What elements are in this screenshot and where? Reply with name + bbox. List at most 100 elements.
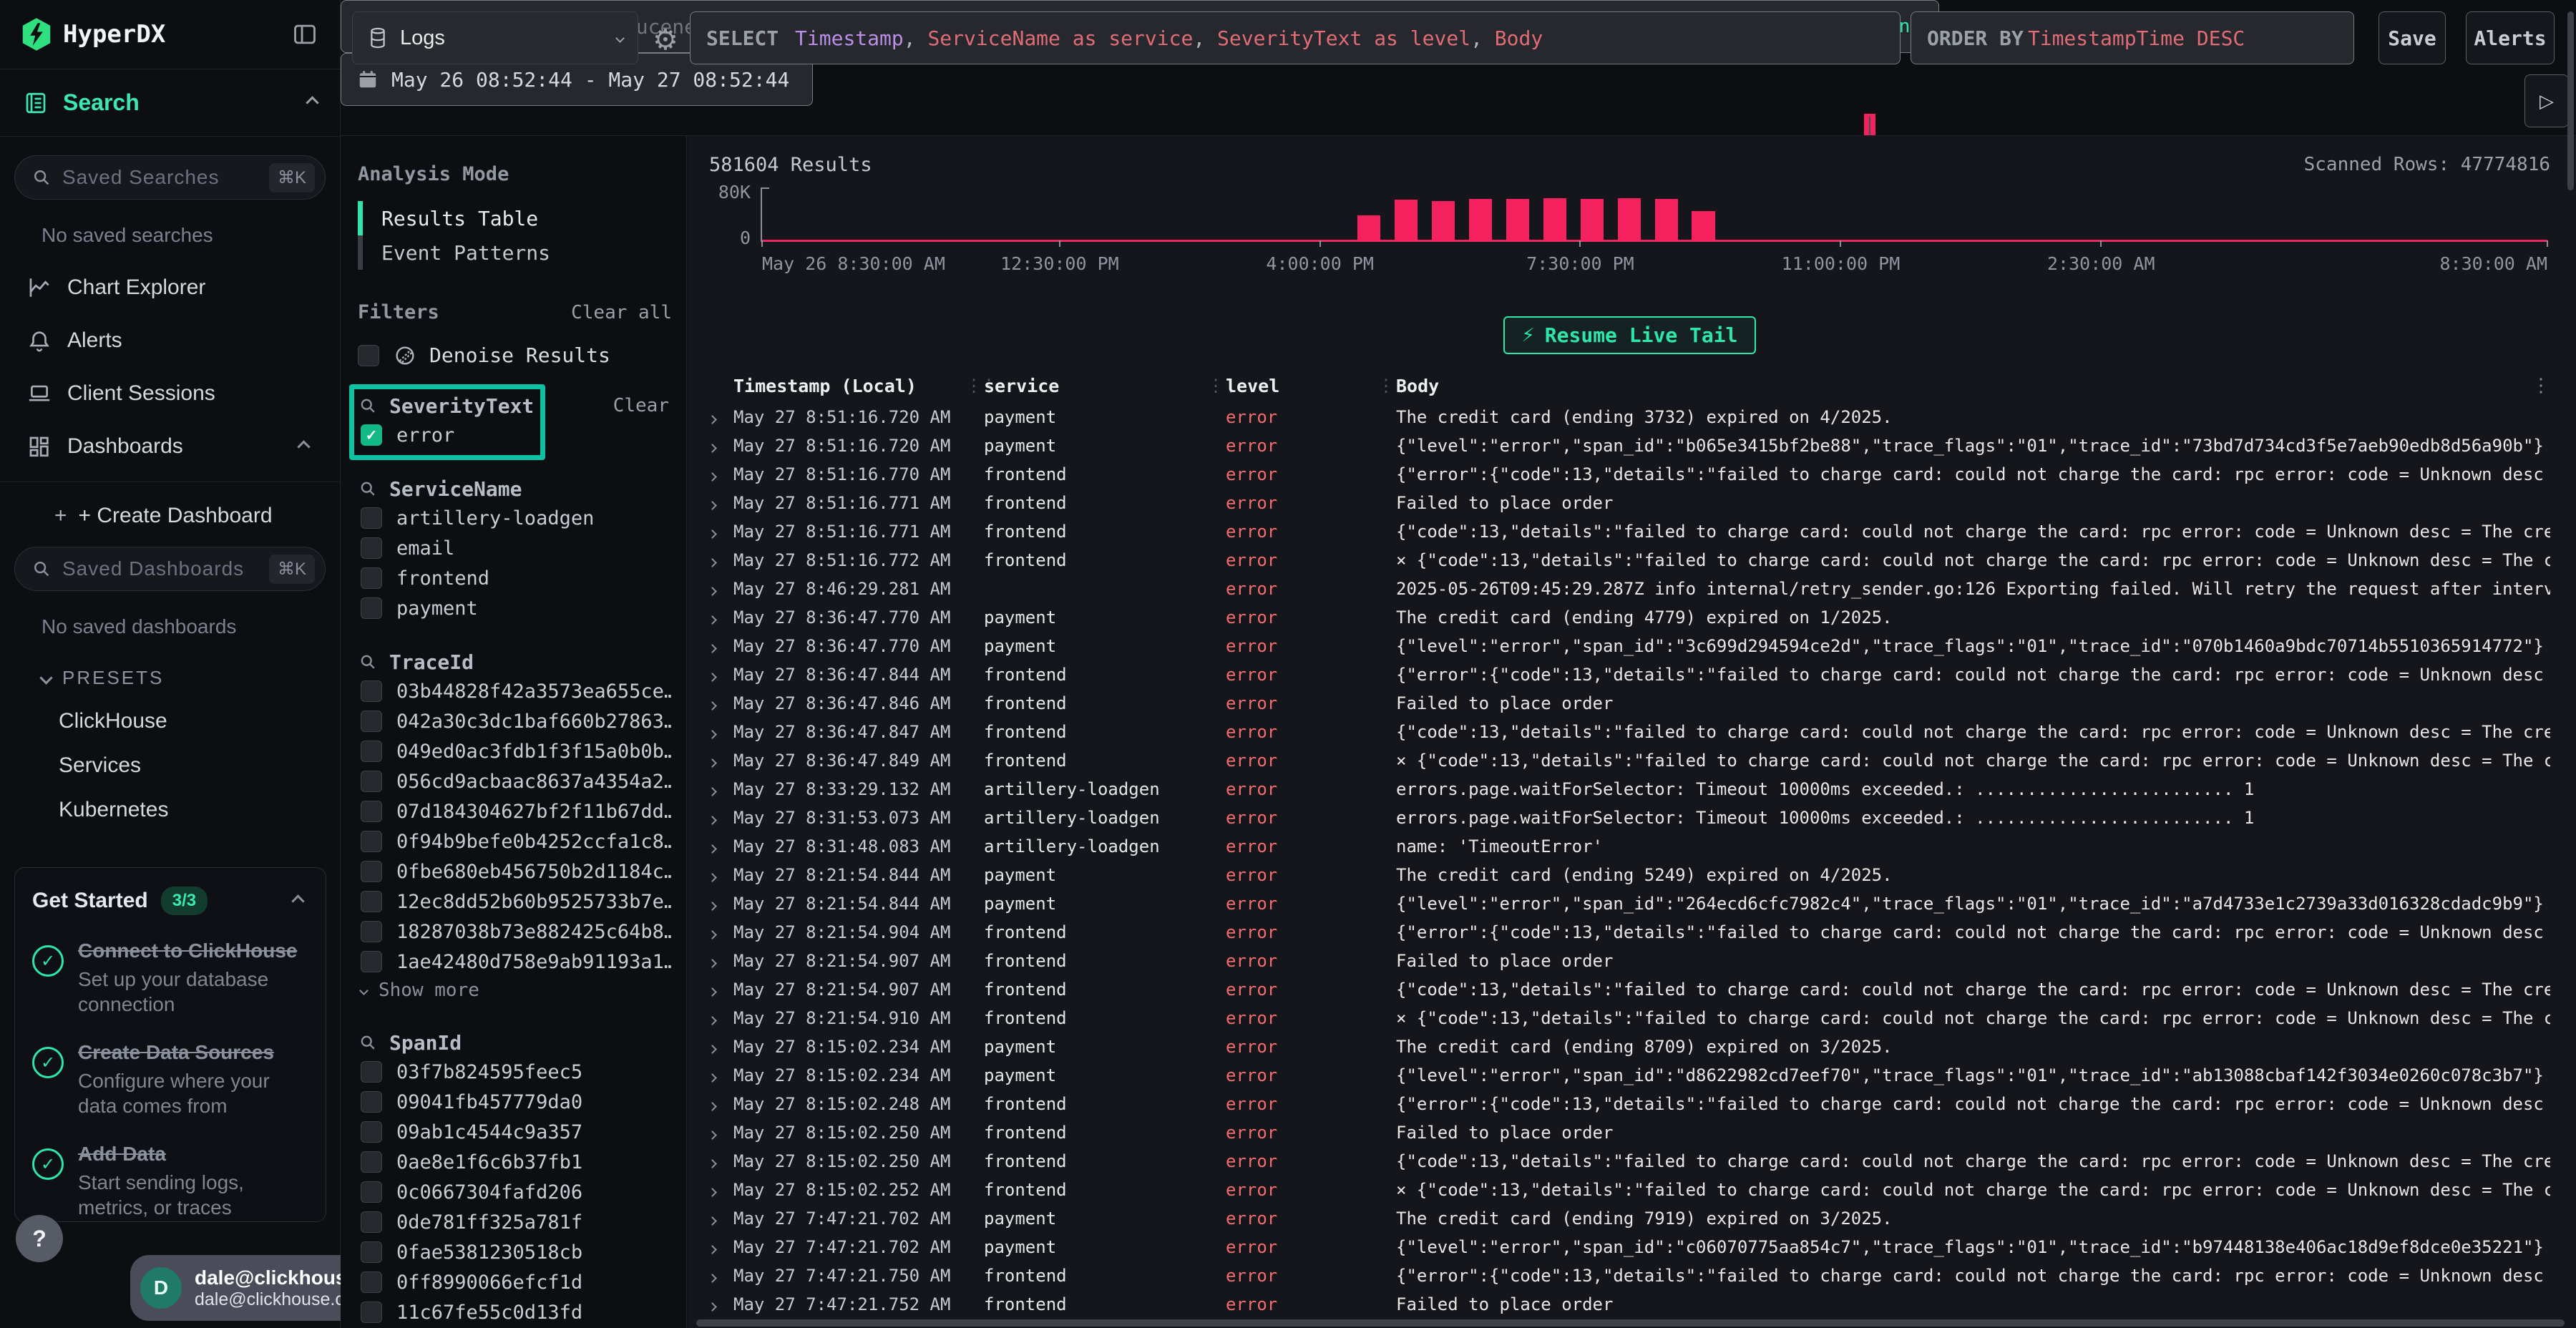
chevron-up-icon[interactable] [306, 96, 318, 109]
filter-checkbox[interactable] [361, 1091, 382, 1113]
log-row[interactable]: May 27 8:46:29.281 AMerror2025-05-26T09:… [709, 575, 2550, 603]
sidebar-item-search[interactable]: Search [0, 69, 340, 137]
expand-row-chevron-icon[interactable] [709, 579, 733, 599]
expand-row-chevron-icon[interactable] [709, 779, 733, 799]
filter-checkbox[interactable] [361, 1121, 382, 1143]
column-level[interactable]: level [1226, 376, 1377, 396]
histogram-bar[interactable] [1506, 199, 1529, 240]
filter-checkbox[interactable] [361, 741, 382, 762]
expand-row-chevron-icon[interactable] [709, 722, 733, 742]
histogram-bar[interactable] [1357, 215, 1380, 240]
expand-row-chevron-icon[interactable] [709, 1237, 733, 1257]
select-query-input[interactable]: SELECT Timestamp, ServiceName as service… [690, 11, 1901, 64]
filter-checkbox[interactable] [361, 861, 382, 882]
mode-event-patterns[interactable]: Event Patterns [358, 235, 672, 270]
log-row[interactable]: May 27 7:47:21.752 AMfrontenderrorFailed… [709, 1290, 2550, 1319]
filter-option[interactable]: 049ed0ac3fdb1f3f15a0b0b… [358, 736, 672, 766]
preset-item-kubernetes[interactable]: Kubernetes [59, 798, 340, 822]
filter-option[interactable]: 07d184304627bf2f11b67dd… [358, 796, 672, 826]
histogram-bar[interactable] [1469, 199, 1492, 240]
histogram-bar[interactable] [1692, 211, 1714, 240]
expand-row-chevron-icon[interactable] [709, 751, 733, 771]
expand-row-chevron-icon[interactable] [709, 1209, 733, 1229]
log-row[interactable]: May 27 8:15:02.250 AMfrontenderror{"code… [709, 1147, 2550, 1176]
filter-checkbox[interactable] [361, 801, 382, 822]
expand-row-chevron-icon[interactable] [709, 464, 733, 484]
log-row[interactable]: May 27 8:36:47.844 AMfrontenderror{"erro… [709, 660, 2550, 689]
log-row[interactable]: May 27 8:51:16.772 AMfrontenderror× {"co… [709, 546, 2550, 575]
filter-option[interactable]: 03f7b824595feec5 [358, 1057, 672, 1087]
denoise-checkbox[interactable] [358, 345, 379, 366]
log-row[interactable]: May 27 8:21:54.907 AMfrontenderrorFailed… [709, 947, 2550, 975]
log-row[interactable]: May 27 8:15:02.234 AMpaymenterror{"level… [709, 1061, 2550, 1090]
expand-row-chevron-icon[interactable] [709, 436, 733, 456]
filter-clear-button[interactable]: Clear [613, 395, 669, 416]
filter-option[interactable]: 11c67fe55c0d13fd [358, 1297, 672, 1327]
log-row[interactable]: May 27 8:21:54.904 AMfrontenderror{"erro… [709, 918, 2550, 947]
filter-option[interactable]: 12ec8dd52b60b9525733b7e… [358, 887, 672, 917]
log-row[interactable]: May 27 8:15:02.248 AMfrontenderror{"erro… [709, 1090, 2550, 1118]
filter-checkbox[interactable] [361, 1241, 382, 1263]
log-row[interactable]: May 27 8:33:29.132 AMartillery-loadgener… [709, 775, 2550, 804]
expand-row-chevron-icon[interactable] [709, 865, 733, 885]
histogram-bar[interactable] [1581, 199, 1604, 240]
save-button[interactable]: Save [2379, 11, 2446, 64]
column-service[interactable]: service [984, 376, 1207, 396]
mode-results-table[interactable]: Results Table [358, 201, 672, 235]
filter-option[interactable]: 0fbe680eb456750b2d1184c… [358, 856, 672, 887]
filter-option[interactable]: email [358, 533, 672, 563]
expand-row-chevron-icon[interactable] [709, 550, 733, 570]
filter-checkbox[interactable] [361, 831, 382, 852]
expand-row-chevron-icon[interactable] [709, 1180, 733, 1200]
column-resize-handle[interactable]: ⋮⋮ [1377, 376, 1396, 396]
column-timestamp[interactable]: Timestamp (Local) [733, 376, 965, 396]
filter-option[interactable]: 0de781ff325a781f [358, 1207, 672, 1237]
filter-checkbox[interactable] [361, 771, 382, 792]
filter-checkbox[interactable] [361, 1271, 382, 1293]
filter-checkbox[interactable] [361, 1181, 382, 1203]
expand-row-chevron-icon[interactable] [709, 407, 733, 427]
expand-row-chevron-icon[interactable] [709, 836, 733, 856]
filter-option[interactable]: 0ff8990066efcf1d [358, 1267, 672, 1297]
log-row[interactable]: May 27 8:31:48.083 AMartillery-loadgener… [709, 832, 2550, 861]
get-started-step[interactable]: ✓ Add DataStart sending logs, metrics, o… [32, 1143, 308, 1220]
log-row[interactable]: May 27 8:51:16.720 AMpaymenterror{"level… [709, 431, 2550, 460]
create-dashboard-button[interactable]: ++ Create Dashboard [54, 504, 340, 528]
log-row[interactable]: May 27 8:36:47.770 AMpaymenterror{"level… [709, 632, 2550, 660]
filter-checkbox[interactable] [361, 891, 382, 912]
log-row[interactable]: May 27 8:51:16.720 AMpaymenterrorThe cre… [709, 403, 2550, 431]
expand-row-chevron-icon[interactable] [709, 493, 733, 513]
log-row[interactable]: May 27 8:21:54.844 AMpaymenterrorThe cre… [709, 861, 2550, 889]
sidebar-item-dashboards[interactable]: Dashboards [27, 434, 340, 459]
column-resize-handle[interactable]: ⋮⋮ [1207, 376, 1226, 396]
chevron-up-icon[interactable] [291, 894, 304, 907]
filter-option[interactable]: 0f94b9befe0b4252ccfa1c8… [358, 826, 672, 856]
log-row[interactable]: May 27 7:47:21.702 AMpaymenterrorThe cre… [709, 1204, 2550, 1233]
filter-option[interactable]: payment [358, 593, 672, 623]
resume-live-tail-button[interactable]: ⚡ Resume Live Tail [1503, 316, 1757, 354]
sidebar-item-chart-explorer[interactable]: Chart Explorer [27, 275, 340, 300]
filter-option[interactable]: frontend [358, 563, 672, 593]
log-row[interactable]: May 27 8:21:54.844 AMpaymenterror{"level… [709, 889, 2550, 918]
column-resize-handle[interactable]: ⋮⋮ [965, 376, 984, 396]
log-row[interactable]: May 27 8:36:47.846 AMfrontenderrorFailed… [709, 689, 2550, 718]
source-settings-gear-icon[interactable]: ⚙ [653, 26, 678, 54]
preset-item-services[interactable]: Services [59, 753, 340, 778]
expand-row-chevron-icon[interactable] [709, 1037, 733, 1057]
filter-checkbox[interactable] [361, 1151, 382, 1173]
log-row[interactable]: May 27 8:36:47.847 AMfrontenderror{"code… [709, 718, 2550, 746]
expand-row-chevron-icon[interactable] [709, 1094, 733, 1114]
log-row[interactable]: May 27 8:15:02.252 AMfrontenderror× {"co… [709, 1176, 2550, 1204]
expand-row-chevron-icon[interactable] [709, 951, 733, 971]
expand-row-chevron-icon[interactable] [709, 1294, 733, 1314]
filter-checkbox[interactable] [361, 537, 382, 559]
log-row[interactable]: May 27 8:21:54.907 AMfrontenderror{"code… [709, 975, 2550, 1004]
histogram-bar[interactable] [1618, 198, 1641, 240]
get-started-step[interactable]: ✓ Create Data SourcesConfigure where you… [32, 1041, 308, 1118]
help-button[interactable]: ? [16, 1215, 63, 1262]
filter-option[interactable]: 0ae8e1f6c6b37fb1 [358, 1147, 672, 1177]
filter-option[interactable]: 042a30c3dc1baf660b27863… [358, 706, 672, 736]
alerts-button[interactable]: Alerts [2466, 11, 2555, 64]
filter-checkbox[interactable] [361, 921, 382, 942]
order-by-input[interactable]: ORDER BY TimestampTime DESC [1911, 11, 2354, 64]
